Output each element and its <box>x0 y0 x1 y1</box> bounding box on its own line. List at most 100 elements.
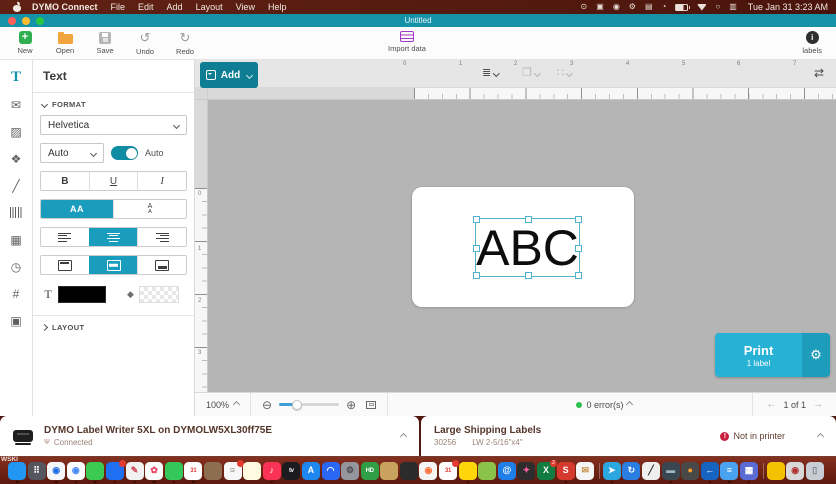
flip-orientation-icon[interactable]: ⇄ <box>814 67 824 79</box>
dock-green-app[interactable] <box>478 461 497 480</box>
dock-downloads-folder[interactable] <box>766 461 785 480</box>
print-settings-button[interactable] <box>802 333 830 377</box>
battery-icon[interactable] <box>675 3 691 11</box>
resize-handle[interactable] <box>473 272 480 279</box>
zoom-in-icon[interactable]: ⊕ <box>346 399 356 411</box>
dock-utilities[interactable]: ✎ <box>125 461 144 480</box>
dock-reminders[interactable]: ≡ <box>223 459 244 480</box>
dock-mail-export[interactable]: ✉ <box>576 461 595 480</box>
group-menu-button[interactable]: ❐ <box>522 68 541 79</box>
chevron-up-icon[interactable] <box>816 432 825 440</box>
dock-telegram[interactable]: ➤ <box>602 461 621 480</box>
previous-label-button[interactable]: ← <box>766 399 776 410</box>
menu-item[interactable]: Edit <box>138 2 154 12</box>
add-object-button[interactable]: Add <box>200 62 258 88</box>
zoom-out-icon[interactable]: ⊖ <box>262 399 272 411</box>
underline-button[interactable]: U <box>88 172 138 190</box>
menu-item[interactable]: Help <box>268 2 287 12</box>
address-tool[interactable]: ✉ <box>0 91 32 118</box>
dock-firefox[interactable]: ◉ <box>419 461 438 480</box>
dock-red-s-app[interactable]: S <box>556 461 575 480</box>
text-color-swatch[interactable] <box>58 286 106 303</box>
printer-card[interactable]: DYMO Label Writer 5XL on DYMOLW5XL30ff75… <box>0 416 419 456</box>
barcode-tool[interactable] <box>0 199 32 226</box>
bold-button[interactable]: B <box>41 172 89 190</box>
settings-icon[interactable]: ⚙ <box>629 3 636 11</box>
dock-sync-app[interactable]: ↻ <box>622 461 641 480</box>
dock-list-app[interactable]: ≡ <box>720 461 739 480</box>
menu-item[interactable]: Add <box>167 2 183 12</box>
new-button[interactable]: New <box>12 31 38 56</box>
resize-handle[interactable] <box>473 244 480 252</box>
dock-excel[interactable]: X 2 <box>537 459 558 480</box>
control-center-icon[interactable]: ▥ <box>729 3 737 11</box>
dock-notes[interactable] <box>243 461 262 480</box>
layout-section-header[interactable]: LAYOUT <box>33 316 194 335</box>
qrcode-tool[interactable]: ▦ <box>0 226 32 253</box>
dock-safari[interactable]: ◉ <box>47 461 66 480</box>
label-text[interactable]: ABC <box>476 223 579 273</box>
dock-final-cut[interactable]: ✦ <box>517 461 536 480</box>
save-button[interactable]: Save <box>92 31 118 56</box>
dock-tv[interactable]: tv <box>282 461 301 480</box>
dock-duck[interactable] <box>458 461 477 480</box>
keychain-icon[interactable]: ▤ <box>645 3 653 11</box>
redo-button[interactable]: ↻ Redo <box>172 31 198 56</box>
dock-chrome[interactable]: ◉ <box>66 461 85 480</box>
menu-item[interactable]: Layout <box>196 2 223 12</box>
dock-black-app[interactable] <box>399 461 418 480</box>
dock-back-arrow-app[interactable]: ← <box>700 461 719 480</box>
label-type-card[interactable]: Large Shipping Labels 30256 LW 2-5/16"x4… <box>421 416 836 456</box>
dock-trash[interactable]: ▯ <box>805 461 824 480</box>
wifi-icon[interactable] <box>697 3 707 11</box>
valign-bottom-button[interactable] <box>137 256 186 274</box>
align-menu-button[interactable]: ≣ <box>482 68 500 79</box>
border-tool[interactable]: ▣ <box>0 307 32 334</box>
menu-item[interactable]: File <box>111 2 126 12</box>
dock-password[interactable]: ◠ <box>321 461 340 480</box>
image-tool[interactable]: ▨ <box>0 118 32 145</box>
rotation-lock-icon[interactable]: ◔ <box>662 3 667 11</box>
resize-handle[interactable] <box>575 244 582 252</box>
calendar-icon[interactable]: ▣ <box>596 3 604 11</box>
dock-laptop-app[interactable]: ▬ <box>661 461 680 480</box>
selected-text-object[interactable]: ABC <box>473 216 582 279</box>
resize-handle[interactable] <box>473 216 480 223</box>
location-icon[interactable]: ◉ <box>613 3 620 11</box>
datetime-tool[interactable]: ◷ <box>0 253 32 280</box>
font-family-select[interactable]: Helvetica <box>40 115 187 135</box>
format-section-header[interactable]: FORMAT <box>33 93 194 112</box>
dock-facetime[interactable] <box>105 459 126 480</box>
fixed-size-text-button[interactable]: A A <box>113 200 186 218</box>
dock-icon[interactable] <box>762 462 764 479</box>
line-tool[interactable]: ╱ <box>0 172 32 199</box>
auto-size-toggle[interactable] <box>111 146 138 160</box>
dock-finder[interactable] <box>8 461 26 480</box>
zoom-level-menu[interactable]: 100% <box>195 393 252 416</box>
menu-clock[interactable]: Tue Jan 31 3:23 AM <box>748 2 828 12</box>
resize-handle[interactable] <box>524 216 532 223</box>
menu-item[interactable]: View <box>236 2 255 12</box>
dock-tan-app[interactable] <box>380 461 399 480</box>
dock-purple-app[interactable]: ▦ <box>739 461 758 480</box>
resize-handle[interactable] <box>524 272 532 279</box>
counter-tool[interactable]: # <box>0 280 32 307</box>
dock-launchpad[interactable]: ⠿ <box>27 461 46 480</box>
import-data-button[interactable]: Import data <box>388 31 426 53</box>
print-button[interactable]: Print 1 label <box>715 333 802 377</box>
valign-top-button[interactable] <box>41 256 89 274</box>
dock-messages[interactable] <box>86 461 105 480</box>
dock-hd-app[interactable]: HD <box>360 461 379 480</box>
switch-icon[interactable]: ⊙ <box>581 3 588 11</box>
dock-photos[interactable]: ✿ <box>145 461 164 480</box>
chevron-up-icon[interactable] <box>399 432 408 440</box>
align-right-button[interactable] <box>137 228 186 246</box>
dock-facetime-video[interactable] <box>164 461 183 480</box>
undo-button[interactable]: ↺ Undo <box>132 31 158 56</box>
spotlight-icon[interactable]: ○ <box>715 3 720 11</box>
valign-middle-button[interactable] <box>88 256 138 274</box>
labels-button[interactable]: labels <box>802 31 822 55</box>
text-tool[interactable]: T <box>0 64 32 91</box>
distribute-menu-button[interactable]: ∷ <box>557 68 573 79</box>
dock-app-store[interactable]: A <box>301 461 320 480</box>
